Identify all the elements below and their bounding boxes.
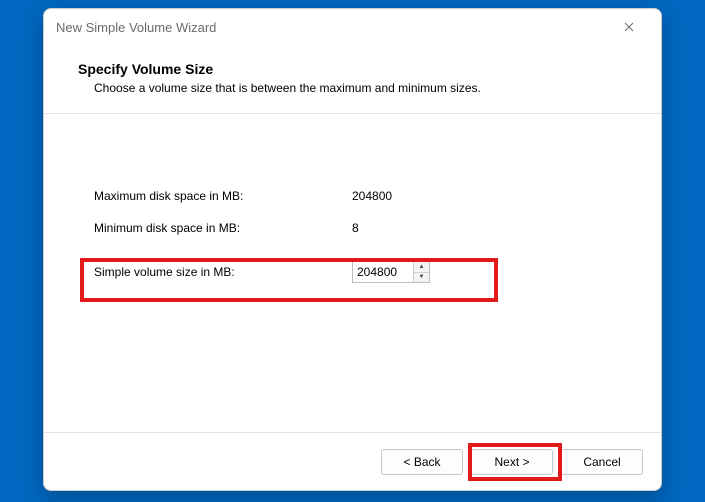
titlebar: New Simple Volume Wizard: [44, 9, 661, 45]
max-space-label: Maximum disk space in MB:: [94, 189, 352, 203]
header-section: Specify Volume Size Choose a volume size…: [44, 45, 661, 113]
page-description: Choose a volume size that is between the…: [78, 81, 627, 95]
volume-size-spinner: ▲ ▼: [352, 261, 430, 283]
window-title: New Simple Volume Wizard: [56, 20, 609, 35]
close-icon: [624, 22, 634, 32]
volume-size-label: Simple volume size in MB:: [94, 265, 352, 279]
footer: < Back Next > Cancel: [44, 432, 661, 490]
close-button[interactable]: [609, 13, 649, 41]
spinner-buttons: ▲ ▼: [413, 262, 429, 282]
min-space-value: 8: [352, 221, 359, 235]
back-button[interactable]: < Back: [381, 449, 463, 475]
spinner-down-button[interactable]: ▼: [414, 273, 429, 283]
content-area: Maximum disk space in MB: 204800 Minimum…: [44, 114, 661, 432]
spinner-up-button[interactable]: ▲: [414, 262, 429, 273]
wizard-dialog: New Simple Volume Wizard Specify Volume …: [43, 8, 662, 491]
chevron-up-icon: ▲: [419, 264, 425, 270]
volume-size-row: Simple volume size in MB: ▲ ▼: [94, 250, 627, 294]
chevron-down-icon: ▼: [419, 274, 425, 280]
min-space-row: Minimum disk space in MB: 8: [94, 218, 627, 238]
cancel-button[interactable]: Cancel: [561, 449, 643, 475]
max-space-row: Maximum disk space in MB: 204800: [94, 186, 627, 206]
min-space-label: Minimum disk space in MB:: [94, 221, 352, 235]
volume-size-input[interactable]: [353, 262, 413, 282]
page-title: Specify Volume Size: [78, 61, 627, 77]
next-button[interactable]: Next >: [471, 449, 553, 475]
max-space-value: 204800: [352, 189, 392, 203]
